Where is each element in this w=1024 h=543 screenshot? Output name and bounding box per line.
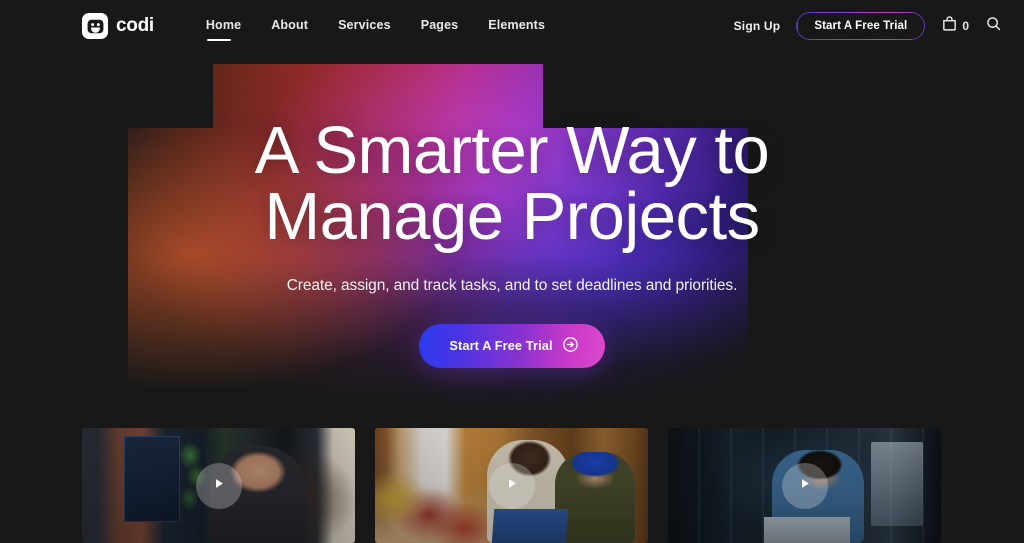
play-icon — [797, 476, 812, 496]
play-button[interactable] — [488, 462, 535, 509]
hero-title: A Smarter Way to Manage Projects — [0, 117, 1024, 255]
arrow-right-circle-icon — [562, 336, 579, 356]
nav-item-about[interactable]: About — [271, 18, 308, 34]
hero-cta-label: Start A Free Trial — [449, 338, 553, 354]
landing-page: codi Home About Services Pages Elements … — [0, 0, 1024, 543]
video-card[interactable] — [82, 428, 355, 543]
search-button[interactable] — [985, 15, 1002, 37]
hero-title-line-1: A Smarter Way to — [254, 113, 770, 188]
robot-smiley-logo-icon — [82, 13, 108, 39]
nav-actions: Sign Up Start A Free Trial 0 — [734, 12, 1002, 40]
brand-name: codi — [116, 15, 154, 36]
main-navbar: codi Home About Services Pages Elements … — [0, 0, 1024, 52]
shopping-bag-icon — [941, 15, 958, 37]
nav-item-home[interactable]: Home — [206, 18, 241, 41]
hero-subtitle: Create, assign, and track tasks, and to … — [286, 276, 738, 294]
nav-item-pages[interactable]: Pages — [421, 18, 459, 34]
brand-logo[interactable]: codi — [82, 13, 154, 39]
play-icon — [504, 476, 519, 496]
nav-item-services[interactable]: Services — [338, 18, 391, 34]
play-button[interactable] — [195, 462, 242, 509]
nav-start-free-trial-button[interactable]: Start A Free Trial — [796, 12, 926, 40]
nav-links: Home About Services Pages Elements — [206, 18, 545, 41]
video-card[interactable] — [668, 428, 941, 543]
nav-item-elements[interactable]: Elements — [488, 18, 545, 34]
play-icon — [211, 476, 226, 496]
cart-button[interactable]: 0 — [941, 15, 969, 37]
hero-start-free-trial-button[interactable]: Start A Free Trial — [419, 323, 605, 368]
video-card[interactable] — [375, 428, 648, 543]
search-icon — [985, 15, 1002, 37]
cart-count: 0 — [962, 19, 969, 33]
video-card-row — [82, 428, 942, 543]
hero-title-line-2: Manage Projects — [264, 179, 760, 255]
play-button[interactable] — [781, 462, 828, 509]
sign-up-link[interactable]: Sign Up — [734, 19, 781, 33]
hero-section: A Smarter Way to Manage Projects Create,… — [0, 117, 1024, 368]
